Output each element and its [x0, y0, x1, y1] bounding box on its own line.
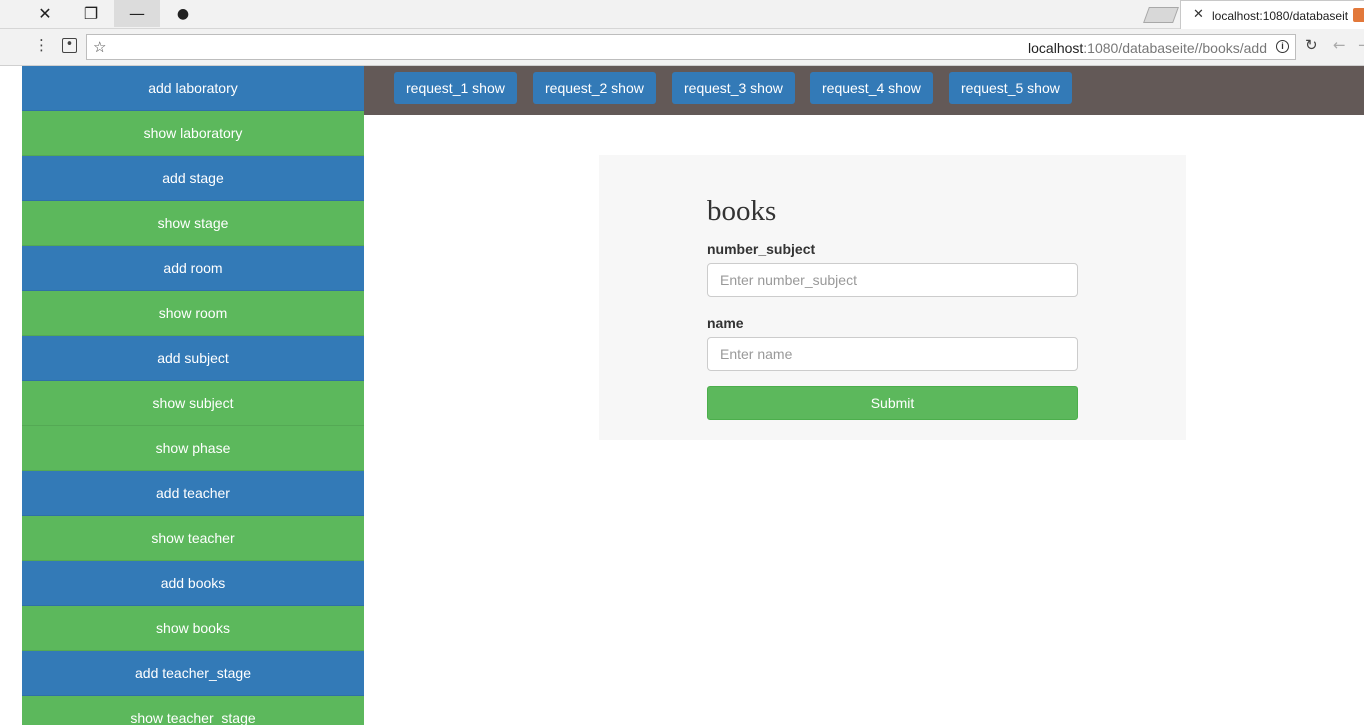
sidebar-item-add-teacher[interactable]: add teacher: [22, 471, 364, 516]
url-path: :1080/databaseite//books/add: [1083, 40, 1267, 56]
url-host: localhost: [1028, 40, 1084, 56]
sidebar-item-add-room[interactable]: add room: [22, 246, 364, 291]
tab-favicon-icon: [1353, 8, 1364, 22]
sidebar-item-add-teacher-stage[interactable]: add teacher_stage: [22, 651, 364, 696]
books-form-panel: books number_subject name Submit: [599, 155, 1186, 440]
form-title: books: [707, 195, 777, 227]
tab-title: localhost:1080/databaseit: [1212, 9, 1349, 23]
minimize-window-icon[interactable]: —: [114, 0, 160, 27]
extension-icon[interactable]: •: [62, 38, 77, 53]
sidebar-item-show-room[interactable]: show room: [22, 291, 364, 336]
menu-dots-icon[interactable]: ⋮: [34, 36, 49, 54]
sidebar: add laboratory show laboratory add stage…: [22, 66, 364, 725]
request-4-show-button[interactable]: request_4 show: [810, 72, 933, 104]
sidebar-item-show-books[interactable]: show books: [22, 606, 364, 651]
name-input[interactable]: [707, 337, 1078, 371]
back-arrow-icon[interactable]: ←: [1333, 36, 1346, 54]
sidebar-item-add-books[interactable]: add books: [22, 561, 364, 606]
sidebar-item-show-teacher-stage[interactable]: show teacher_stage: [22, 696, 364, 725]
sidebar-item-add-subject[interactable]: add subject: [22, 336, 364, 381]
site-info-icon[interactable]: i: [1276, 40, 1289, 53]
sidebar-item-show-phase[interactable]: show phase: [22, 426, 364, 471]
close-window-icon[interactable]: ✕: [22, 0, 68, 27]
page-left-gutter: [0, 66, 22, 725]
url-text[interactable]: localhost:1080/databaseite//books/add: [1028, 40, 1267, 56]
number-subject-label: number_subject: [707, 241, 816, 257]
reload-icon[interactable]: ↻: [1305, 36, 1318, 54]
new-tab-button[interactable]: [1143, 7, 1179, 23]
sidebar-item-show-stage[interactable]: show stage: [22, 201, 364, 246]
address-bar[interactable]: ☆ localhost:1080/databaseite//books/add …: [86, 34, 1296, 60]
bookmark-star-icon[interactable]: ☆: [93, 38, 106, 56]
sidebar-item-add-laboratory[interactable]: add laboratory: [22, 66, 364, 111]
browser-titlebar: ✕ ❐ — ● ✕ localhost:1080/databaseit: [0, 0, 1364, 29]
profile-icon[interactable]: ●: [160, 0, 206, 27]
name-label: name: [707, 315, 744, 331]
request-3-show-button[interactable]: request_3 show: [672, 72, 795, 104]
browser-toolbar: ⋮ • ☆ localhost:1080/databaseite//books/…: [0, 29, 1364, 66]
browser-tab[interactable]: ✕ localhost:1080/databaseit: [1180, 0, 1364, 29]
request-2-show-button[interactable]: request_2 show: [533, 72, 656, 104]
sidebar-item-show-laboratory[interactable]: show laboratory: [22, 111, 364, 156]
request-5-show-button[interactable]: request_5 show: [949, 72, 1072, 104]
request-1-show-button[interactable]: request_1 show: [394, 72, 517, 104]
forward-arrow-icon[interactable]: →: [1358, 36, 1364, 54]
sidebar-item-show-teacher[interactable]: show teacher: [22, 516, 364, 561]
restore-window-icon[interactable]: ❐: [68, 0, 114, 27]
tab-close-icon[interactable]: ✕: [1193, 7, 1204, 22]
sidebar-item-add-stage[interactable]: add stage: [22, 156, 364, 201]
number-subject-input[interactable]: [707, 263, 1078, 297]
top-navbar: request_1 show request_2 show request_3 …: [364, 66, 1364, 115]
sidebar-item-show-subject[interactable]: show subject: [22, 381, 364, 426]
submit-button[interactable]: Submit: [707, 386, 1078, 420]
